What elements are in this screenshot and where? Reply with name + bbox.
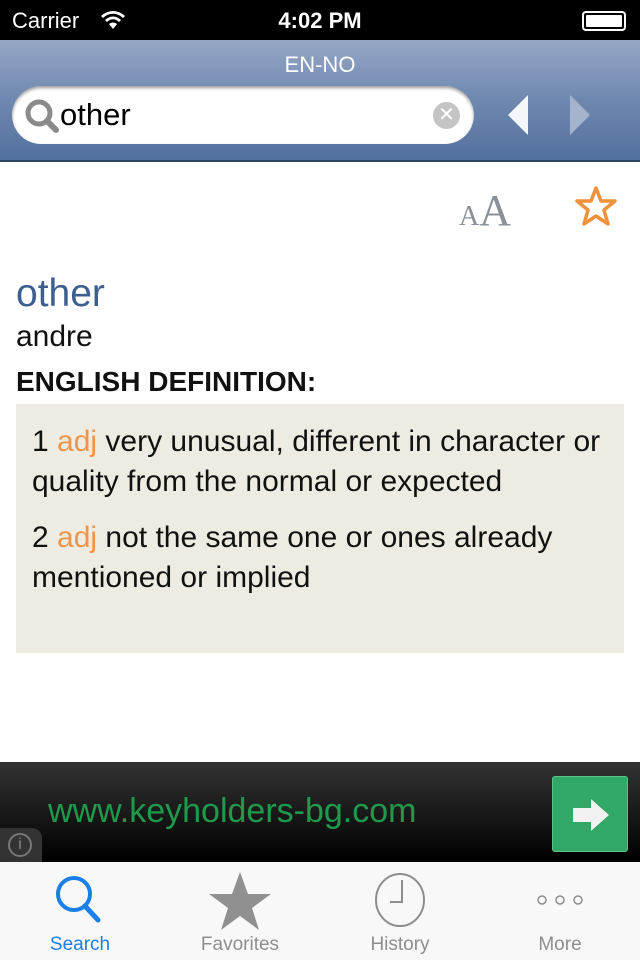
definition-box: 1 adj very unusual, different in charact… xyxy=(16,404,624,653)
tab-bar: Search Favorites History More xyxy=(0,862,640,960)
search-icon xyxy=(25,99,59,133)
clock-icon xyxy=(375,873,425,927)
search-input[interactable] xyxy=(60,94,420,136)
search-icon xyxy=(56,876,101,923)
battery-icon xyxy=(582,11,626,31)
definition-heading: ENGLISH DEFINITION: xyxy=(16,366,317,397)
ad-info-icon[interactable]: i xyxy=(0,828,42,862)
clear-icon[interactable]: ✕ xyxy=(433,102,460,129)
part-of-speech: adj xyxy=(57,425,98,458)
favorite-star-icon[interactable] xyxy=(574,185,618,227)
forward-arrow-button[interactable] xyxy=(570,95,590,135)
tab-more[interactable]: More xyxy=(480,862,640,960)
star-icon xyxy=(209,872,271,930)
search-field[interactable]: ✕ xyxy=(12,86,474,144)
dictionary-title: EN-NO xyxy=(284,52,356,77)
tab-favorites[interactable]: Favorites xyxy=(160,862,320,960)
definition-item: 2 adj not the same one or ones already m… xyxy=(32,521,553,594)
tab-history[interactable]: History xyxy=(320,862,480,960)
entry-translation: andre xyxy=(16,320,93,353)
large-a: A xyxy=(479,186,512,235)
entry-word: other xyxy=(16,272,105,315)
part-of-speech: adj xyxy=(57,521,98,554)
status-bar: Carrier 4:02 PM xyxy=(0,0,640,40)
tab-search[interactable]: Search xyxy=(0,862,160,960)
ad-banner[interactable]: www.keyholders-bg.com i xyxy=(0,762,640,862)
nav-bar: EN-NO ✕ xyxy=(0,40,640,162)
arrow-right-icon xyxy=(573,799,609,831)
clock: 4:02 PM xyxy=(278,8,362,33)
ad-go-button[interactable] xyxy=(552,776,628,852)
back-arrow-button[interactable] xyxy=(508,95,528,135)
definition-item: 1 adj very unusual, different in charact… xyxy=(32,425,601,498)
ad-url[interactable]: www.keyholders-bg.com xyxy=(48,792,416,831)
small-a: A xyxy=(459,201,480,232)
more-icon xyxy=(537,895,583,905)
